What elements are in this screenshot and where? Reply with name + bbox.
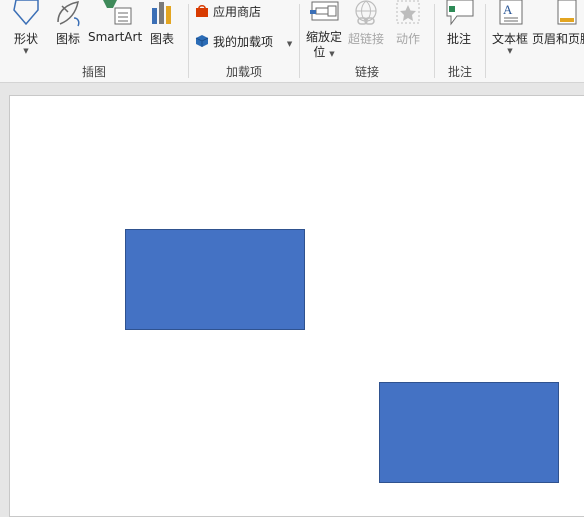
shapes-icon <box>13 0 39 26</box>
links-group-label: 链接 <box>354 65 379 79</box>
addins-group: 应用商店 我的加载项 ▼ 加载项 <box>189 0 299 82</box>
links-group: 缩放定 位 ▼ 超链接 动作 链接 <box>300 0 434 82</box>
header-footer-label: 页眉和页脚 <box>532 32 584 46</box>
chevron-down-icon: ▼ <box>507 47 513 55</box>
zoom-button[interactable]: 缩放定 位 ▼ <box>304 0 344 62</box>
header-footer-icon <box>557 0 577 25</box>
comments-group-label: 批注 <box>447 65 472 79</box>
my-addins-label: 我的加载项 <box>213 35 274 49</box>
shapes-label: 形状 <box>13 32 38 46</box>
comments-group: 批注 批注 <box>435 0 485 82</box>
svg-text:A: A <box>503 2 513 17</box>
smartart-label: SmartArt <box>88 30 143 44</box>
zoom-label-line2: 位 <box>313 45 326 59</box>
hyperlink-icon <box>355 0 377 25</box>
bar-chart-icon <box>152 2 171 24</box>
textbox-button[interactable]: A 文本框 ▼ <box>490 0 530 62</box>
textbox-label: 文本框 <box>491 32 528 46</box>
chart-button[interactable]: 图表 <box>144 0 180 50</box>
store-button[interactable]: 应用商店 <box>195 2 261 22</box>
chevron-down-icon: ▼ <box>23 47 29 55</box>
illustrations-group-label: 插图 <box>81 65 106 79</box>
header-footer-button[interactable]: 页眉和页脚 <box>532 0 584 50</box>
chevron-down-icon: ▼ <box>286 40 293 48</box>
ribbon: 形状 ▼ 图标 SmartArt 图表 插图 应用商店 我的加载项 ▼ 加载项 … <box>0 0 584 83</box>
text-group: A 文本框 ▼ 页眉和页脚 <box>486 0 584 82</box>
icons-button[interactable]: 图标 <box>50 0 86 50</box>
comment-label: 批注 <box>446 32 471 46</box>
slide-workspace <box>0 83 584 517</box>
icons-label: 图标 <box>55 32 80 46</box>
rectangle-shape-2[interactable] <box>379 382 559 483</box>
store-icon <box>196 5 208 17</box>
comment-button[interactable]: 批注 <box>441 0 477 50</box>
zoom-icon <box>310 1 339 21</box>
store-label: 应用商店 <box>213 5 262 19</box>
comment-icon <box>446 0 474 26</box>
zoom-label: 缩放定 位 ▼ <box>304 30 344 62</box>
action-label: 动作 <box>395 32 420 46</box>
smartart-icon <box>103 0 132 25</box>
chart-label: 图表 <box>149 32 174 46</box>
chevron-down-icon: ▼ <box>329 50 335 58</box>
illustrations-group: 形状 ▼ 图标 SmartArt 图表 插图 <box>0 0 188 82</box>
action-star-icon <box>396 0 420 24</box>
slide-canvas[interactable] <box>9 95 584 517</box>
my-addins-button[interactable]: 我的加载项 ▼ <box>195 32 292 52</box>
icons-icon <box>57 1 80 27</box>
smartart-button[interactable]: SmartArt <box>88 0 142 50</box>
textbox-icon: A <box>499 0 523 25</box>
addins-group-label: 加载项 <box>225 65 262 79</box>
hyperlink-button[interactable]: 超链接 <box>346 0 386 50</box>
hyperlink-label: 超链接 <box>347 32 384 46</box>
zoom-label-line1: 缩放定 <box>305 30 342 44</box>
shapes-button[interactable]: 形状 ▼ <box>6 0 46 60</box>
addins-icon <box>195 35 209 47</box>
action-button[interactable]: 动作 <box>388 0 428 50</box>
rectangle-shape-1[interactable] <box>125 229 305 330</box>
